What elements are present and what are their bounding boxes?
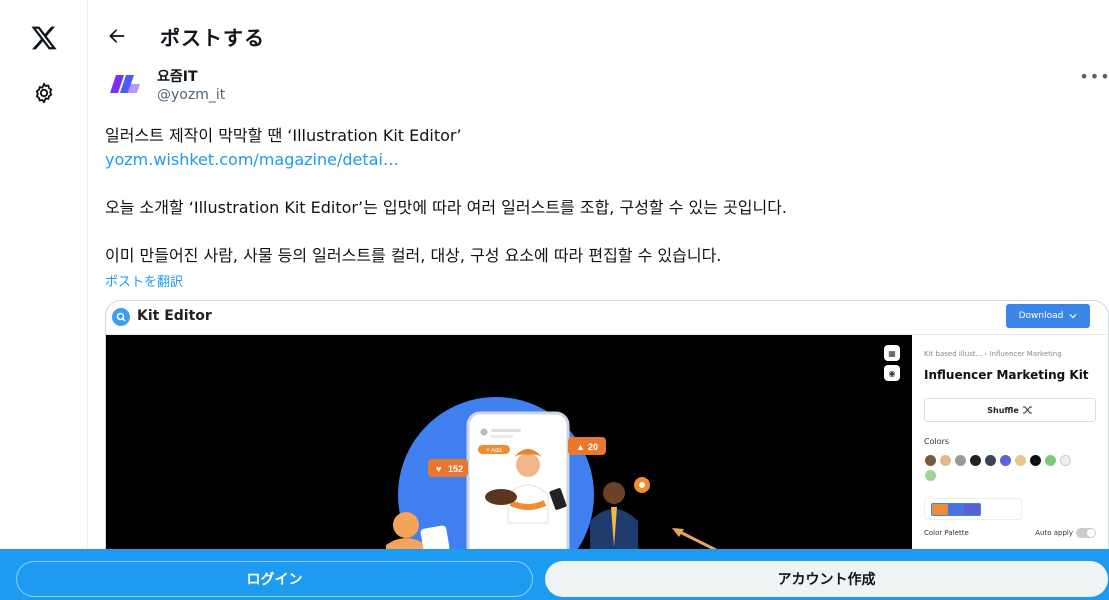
- palette-label: Color Palette: [924, 529, 969, 537]
- kit-editor-topbar: Kit Editor Download: [106, 301, 1108, 335]
- breadcrumb: Kit based illust... › Influencer Marketi…: [924, 350, 1062, 358]
- color-swatch: [940, 455, 951, 466]
- palette-row: Color Palette Auto apply: [924, 528, 1096, 538]
- color-swatch: [985, 455, 996, 466]
- color-swatch: [970, 455, 981, 466]
- download-label: Download: [1018, 311, 1064, 321]
- main-column: ポストする 요즘IT @yozm_it ••• 일러스트 제작이 막막할 땐 ‘…: [89, 0, 1109, 600]
- signup-bar: ログイン アカウント作成: [0, 549, 1109, 600]
- color-swatch: [1015, 455, 1026, 466]
- color-swatches: [925, 455, 1085, 481]
- kit-name: Influencer Marketing Kit: [924, 368, 1089, 382]
- auto-apply: Auto apply: [1035, 528, 1096, 538]
- post-text: 일러스트 제작이 막막할 땐 ‘Illustration Kit Editor’…: [105, 124, 1085, 268]
- user-handle[interactable]: @yozm_it: [157, 87, 225, 103]
- more-horizontal-icon[interactable]: •••: [1079, 64, 1109, 88]
- color-swatch: [1030, 455, 1041, 466]
- post-link[interactable]: yozm.wishket.com/magazine/detai…: [105, 150, 399, 169]
- phone-tag: + Add: [486, 448, 502, 454]
- palette-color: [964, 504, 980, 515]
- auto-apply-toggle: [1076, 528, 1096, 538]
- shuffle-label: Shuffle: [987, 405, 1019, 415]
- kit-logo-icon: [112, 308, 130, 326]
- shuffle-icon: [1022, 406, 1032, 414]
- page-title: ポストする: [160, 26, 265, 50]
- download-button: Download: [1006, 304, 1090, 328]
- post-line: 일러스트 제작이 막막할 땐 ‘Illustration Kit Editor’: [105, 126, 462, 145]
- login-button[interactable]: ログイン: [16, 561, 533, 597]
- shuffle-button: Shuffle: [924, 398, 1096, 422]
- translate-post-link[interactable]: ポストを翻訳: [105, 271, 183, 290]
- color-swatch: [925, 470, 936, 481]
- color-swatch: [955, 455, 966, 466]
- color-swatch: [1045, 455, 1056, 466]
- display-name[interactable]: 요즘IT: [157, 66, 198, 86]
- palette-color: [932, 504, 948, 515]
- color-swatch: [1060, 455, 1071, 466]
- kit-editor-title: Kit Editor: [137, 308, 212, 324]
- checker-icon[interactable]: ▦: [884, 345, 900, 361]
- color-swatch: [925, 455, 936, 466]
- svg-text:♥: ♥: [436, 464, 441, 474]
- palette-strip: [931, 503, 981, 516]
- arrow-left-icon[interactable]: [101, 20, 133, 52]
- palette-selector: [924, 498, 1022, 520]
- x-logo-icon[interactable]: [22, 16, 66, 60]
- svg-text:▲: ▲: [576, 442, 585, 452]
- likes-badge: 152: [448, 464, 463, 474]
- post-line: 이미 만들어진 사람, 사물 등의 일러스트를 컬러, 대상, 구성 요소에 따…: [105, 246, 722, 265]
- avatar[interactable]: [105, 64, 145, 104]
- post-line: 오늘 소개할 ‘Illustration Kit Editor’는 입맛에 따라…: [105, 198, 788, 217]
- palette-color: [948, 504, 964, 515]
- chevron-down-icon: [1069, 314, 1077, 319]
- canvas-tools: ▦ ◉: [884, 345, 900, 381]
- reset-icon[interactable]: ◉: [884, 365, 900, 381]
- colors-label: Colors: [924, 437, 950, 446]
- auto-apply-label: Auto apply: [1035, 529, 1073, 537]
- page-header: ポストする: [89, 0, 1109, 72]
- gear-icon[interactable]: [22, 71, 66, 115]
- left-nav: [0, 0, 88, 600]
- create-account-button[interactable]: アカウント作成: [545, 561, 1108, 597]
- color-swatch: [1000, 455, 1011, 466]
- thumbs-badge: 20: [588, 442, 598, 452]
